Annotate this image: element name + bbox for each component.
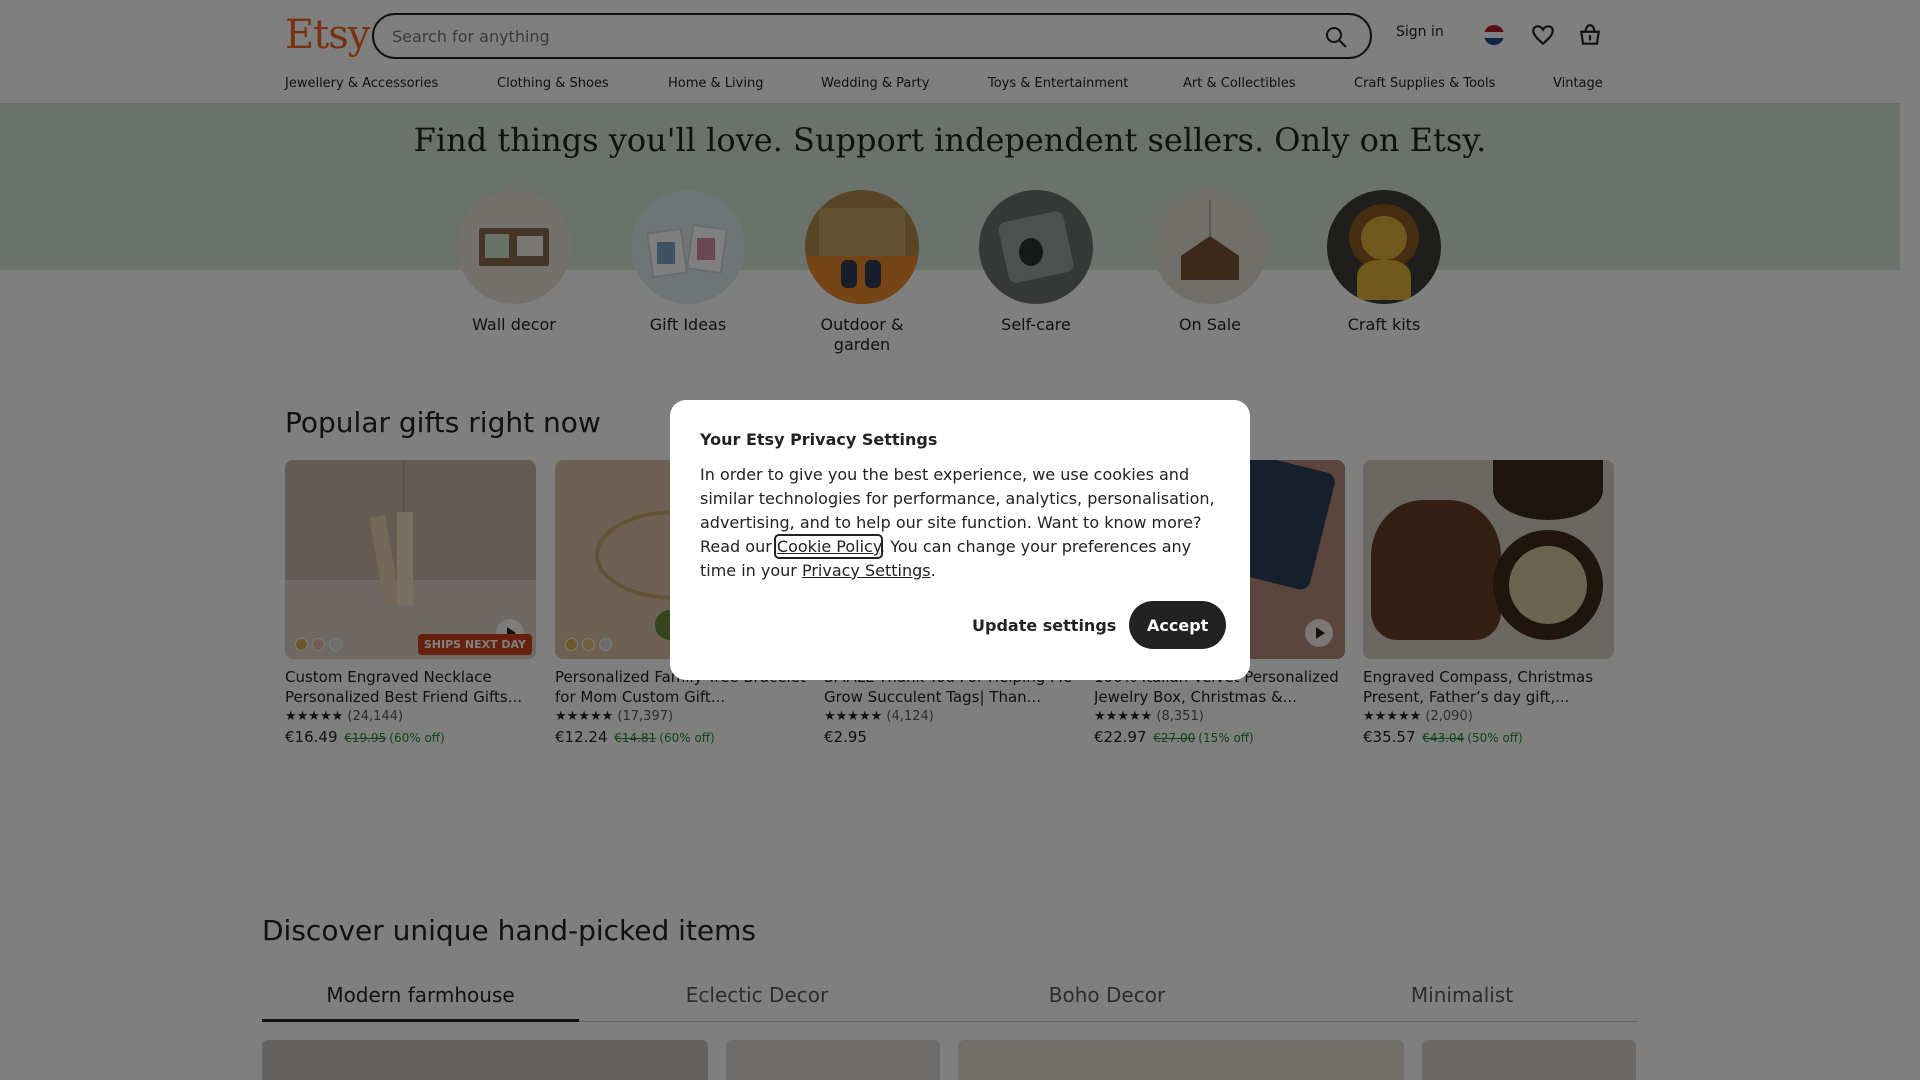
cookie-policy-link[interactable]: Cookie Policy — [773, 534, 884, 559]
update-settings-button[interactable]: Update settings — [956, 601, 1132, 649]
privacy-settings-link[interactable]: Privacy Settings — [802, 561, 931, 580]
accept-button[interactable]: Accept — [1129, 601, 1227, 649]
dialog-body: In order to give you the best experience… — [700, 463, 1220, 583]
dialog-title: Your Etsy Privacy Settings — [700, 430, 938, 449]
dialog-text: . — [930, 561, 936, 580]
etsy-homepage: Etsy Sign in Jewellery & Accessories Clo… — [0, 0, 1920, 1080]
privacy-settings-dialog: Your Etsy Privacy Settings In order to g… — [670, 400, 1250, 680]
